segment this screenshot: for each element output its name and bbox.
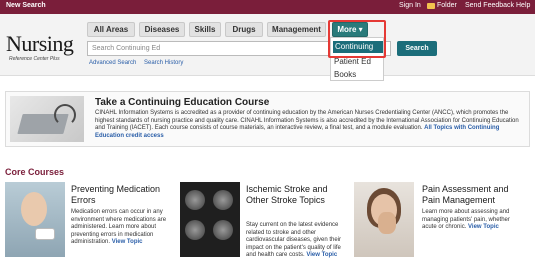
pills-shape — [35, 228, 55, 240]
card-text-pain: Learn more about assessing and managing … — [422, 209, 522, 232]
nurse-figure — [21, 192, 47, 226]
card-title-stroke[interactable]: Ischemic Stroke and Other Stroke Topics — [246, 184, 346, 206]
top-bar: New Search Sign In Folder Send Feedback … — [0, 0, 535, 14]
stethoscope-shape — [54, 104, 76, 126]
dropdown-item-books[interactable]: Books — [334, 70, 356, 79]
logo-subtitle: Reference Center Plus — [9, 56, 60, 62]
card-text-stroke: Stay current on the latest evidence rela… — [246, 222, 346, 260]
pain-patient-image — [354, 182, 414, 257]
folder-icon[interactable] — [427, 3, 435, 9]
scan-shape — [213, 190, 233, 210]
help-link[interactable]: Help — [516, 2, 530, 9]
medication-errors-image — [5, 182, 65, 257]
scan-shape — [213, 220, 233, 240]
dropdown-item-patient-ed[interactable]: Patient Ed — [334, 57, 371, 66]
logo-title: Nursing — [6, 31, 74, 56]
continuing-ed-promo: Take a Continuing Education Course CINAH… — [5, 91, 530, 147]
scan-shape — [185, 190, 205, 210]
view-topic-stroke-link[interactable]: View Topic — [306, 252, 337, 258]
core-courses-heading: Core Courses — [5, 167, 65, 177]
highlight-box — [328, 20, 386, 58]
tab-diseases[interactable]: Diseases — [139, 22, 185, 37]
hand-shape — [378, 212, 396, 234]
tab-skills[interactable]: Skills — [189, 22, 221, 37]
advanced-search-link[interactable]: Advanced Search — [89, 60, 136, 66]
tab-drugs[interactable]: Drugs — [225, 22, 263, 37]
view-topic-pain-link[interactable]: View Topic — [468, 224, 499, 230]
tab-management[interactable]: Management — [267, 22, 326, 37]
card-text-medication: Medication errors can occur in any envir… — [71, 209, 171, 247]
view-topic-medication-link[interactable]: View Topic — [112, 239, 143, 245]
tab-all-areas[interactable]: All Areas — [87, 22, 135, 37]
card-title-pain[interactable]: Pain Assessment and Pain Management — [422, 184, 522, 206]
sign-in-link[interactable]: Sign In — [399, 2, 421, 9]
brain-scan-image — [180, 182, 240, 257]
promo-text: CINAHL Information Systems is accredited… — [95, 110, 525, 140]
laptop-stethoscope-image — [10, 96, 84, 142]
search-history-link[interactable]: Search History — [144, 60, 183, 66]
send-feedback-link[interactable]: Send Feedback — [465, 2, 514, 9]
new-search-link[interactable]: New Search — [6, 2, 46, 9]
folder-link[interactable]: Folder — [437, 2, 457, 9]
promo-title: Take a Continuing Education Course — [95, 97, 270, 108]
card-title-medication[interactable]: Preventing Medication Errors — [71, 184, 171, 206]
header: Nursing Reference Center Plus All Areas … — [0, 14, 535, 76]
scan-shape — [185, 220, 205, 240]
search-button[interactable]: Search — [397, 41, 437, 56]
